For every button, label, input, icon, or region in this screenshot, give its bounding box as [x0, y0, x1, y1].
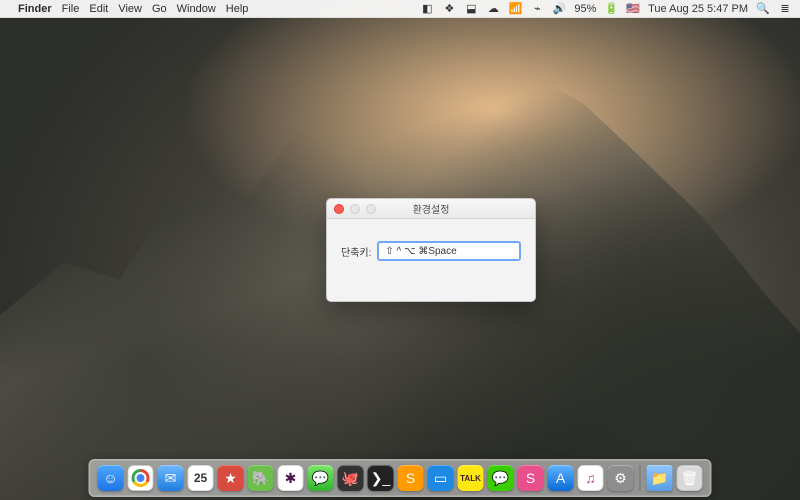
dock-finder-icon[interactable]: ☺ [98, 465, 124, 491]
menubar-item-view[interactable]: View [118, 3, 142, 15]
dock-appstore-icon[interactable]: A [548, 465, 574, 491]
dock-github-icon[interactable]: 🐙 [338, 465, 364, 491]
zoom-button[interactable] [366, 204, 376, 214]
menubar-left: Finder File Edit View Go Window Help [8, 3, 248, 15]
menubar-item-go[interactable]: Go [152, 3, 167, 15]
menubar-item-window[interactable]: Window [177, 3, 216, 15]
menubar: Finder File Edit View Go Window Help ◧ ❖… [0, 0, 800, 18]
volume-icon[interactable]: 🔊 [552, 2, 566, 16]
dock-line-icon[interactable]: 💬 [488, 465, 514, 491]
shortcut-value: ⇧ ^ ⌥ ⌘Space [385, 246, 456, 257]
menubar-clock[interactable]: Tue Aug 25 5:47 PM [648, 3, 748, 15]
window-title: 환경설정 [413, 201, 450, 216]
window-titlebar[interactable]: 환경설정 [327, 199, 535, 219]
dropbox-icon[interactable]: ⬓ [464, 2, 478, 16]
close-button[interactable] [334, 204, 344, 214]
dock-downloads-folder-icon[interactable]: 📁 [647, 465, 673, 491]
menubar-extra-icon-3[interactable]: ⌁ [530, 2, 544, 16]
dock-skitch-icon[interactable]: S [518, 465, 544, 491]
menubar-item-file[interactable]: File [62, 3, 80, 15]
dock-keynote-icon[interactable]: ▭ [428, 465, 454, 491]
dock-evernote-icon[interactable]: 🐘 [248, 465, 274, 491]
dock-kakaotalk-icon[interactable]: TALK [458, 465, 484, 491]
dock-trash-icon[interactable]: 🗑 [677, 465, 703, 491]
notification-center-icon[interactable]: ≣ [778, 2, 792, 16]
menubar-right: ◧ ❖ ⬓ ☁ 📶 ⌁ 🔊 95% 🔋 🇺🇸 Tue Aug 25 5:47 P… [420, 2, 792, 16]
minimize-button[interactable] [350, 204, 360, 214]
cloud-icon[interactable]: ☁ [486, 2, 500, 16]
spotlight-icon[interactable]: 🔍 [756, 2, 770, 16]
battery-percentage[interactable]: 95% [574, 3, 596, 15]
dock-mail-icon[interactable]: ✉ [158, 465, 184, 491]
wifi-icon[interactable]: 📶 [508, 2, 522, 16]
window-traffic-lights [334, 204, 376, 214]
dock: ☺ ✉ 25 ★ 🐘 ✱ 💬 🐙 ❯_ S ▭ TALK 💬 S A ♫ ⚙ 📁… [89, 459, 712, 497]
dock-wunderlist-icon[interactable]: ★ [218, 465, 244, 491]
kakao-label: TALK [460, 474, 481, 483]
dock-sublime-icon[interactable]: S [398, 465, 424, 491]
dock-messages-icon[interactable]: 💬 [308, 465, 334, 491]
dock-chrome-icon[interactable] [128, 465, 154, 491]
input-source-icon[interactable]: 🇺🇸 [626, 2, 640, 15]
menubar-item-help[interactable]: Help [226, 3, 249, 15]
preferences-body: 단축키: ⇧ ^ ⌥ ⌘Space [327, 219, 535, 283]
dock-calendar-icon[interactable]: 25 [188, 465, 214, 491]
calendar-day-number: 25 [194, 472, 207, 484]
dock-terminal-icon[interactable]: ❯_ [368, 465, 394, 491]
menubar-extra-icon-2[interactable]: ❖ [442, 2, 456, 16]
dock-separator [640, 465, 641, 491]
shortcut-label: 단축키: [341, 244, 371, 259]
battery-icon[interactable]: 🔋 [604, 2, 618, 16]
preferences-window: 환경설정 단축키: ⇧ ^ ⌥ ⌘Space [326, 198, 536, 302]
menubar-item-edit[interactable]: Edit [89, 3, 108, 15]
dock-itunes-icon[interactable]: ♫ [578, 465, 604, 491]
menubar-extra-icon-1[interactable]: ◧ [420, 2, 434, 16]
dock-slack-icon[interactable]: ✱ [278, 465, 304, 491]
menubar-app-name[interactable]: Finder [18, 3, 52, 15]
dock-system-preferences-icon[interactable]: ⚙ [608, 465, 634, 491]
shortcut-input[interactable]: ⇧ ^ ⌥ ⌘Space [377, 241, 521, 261]
